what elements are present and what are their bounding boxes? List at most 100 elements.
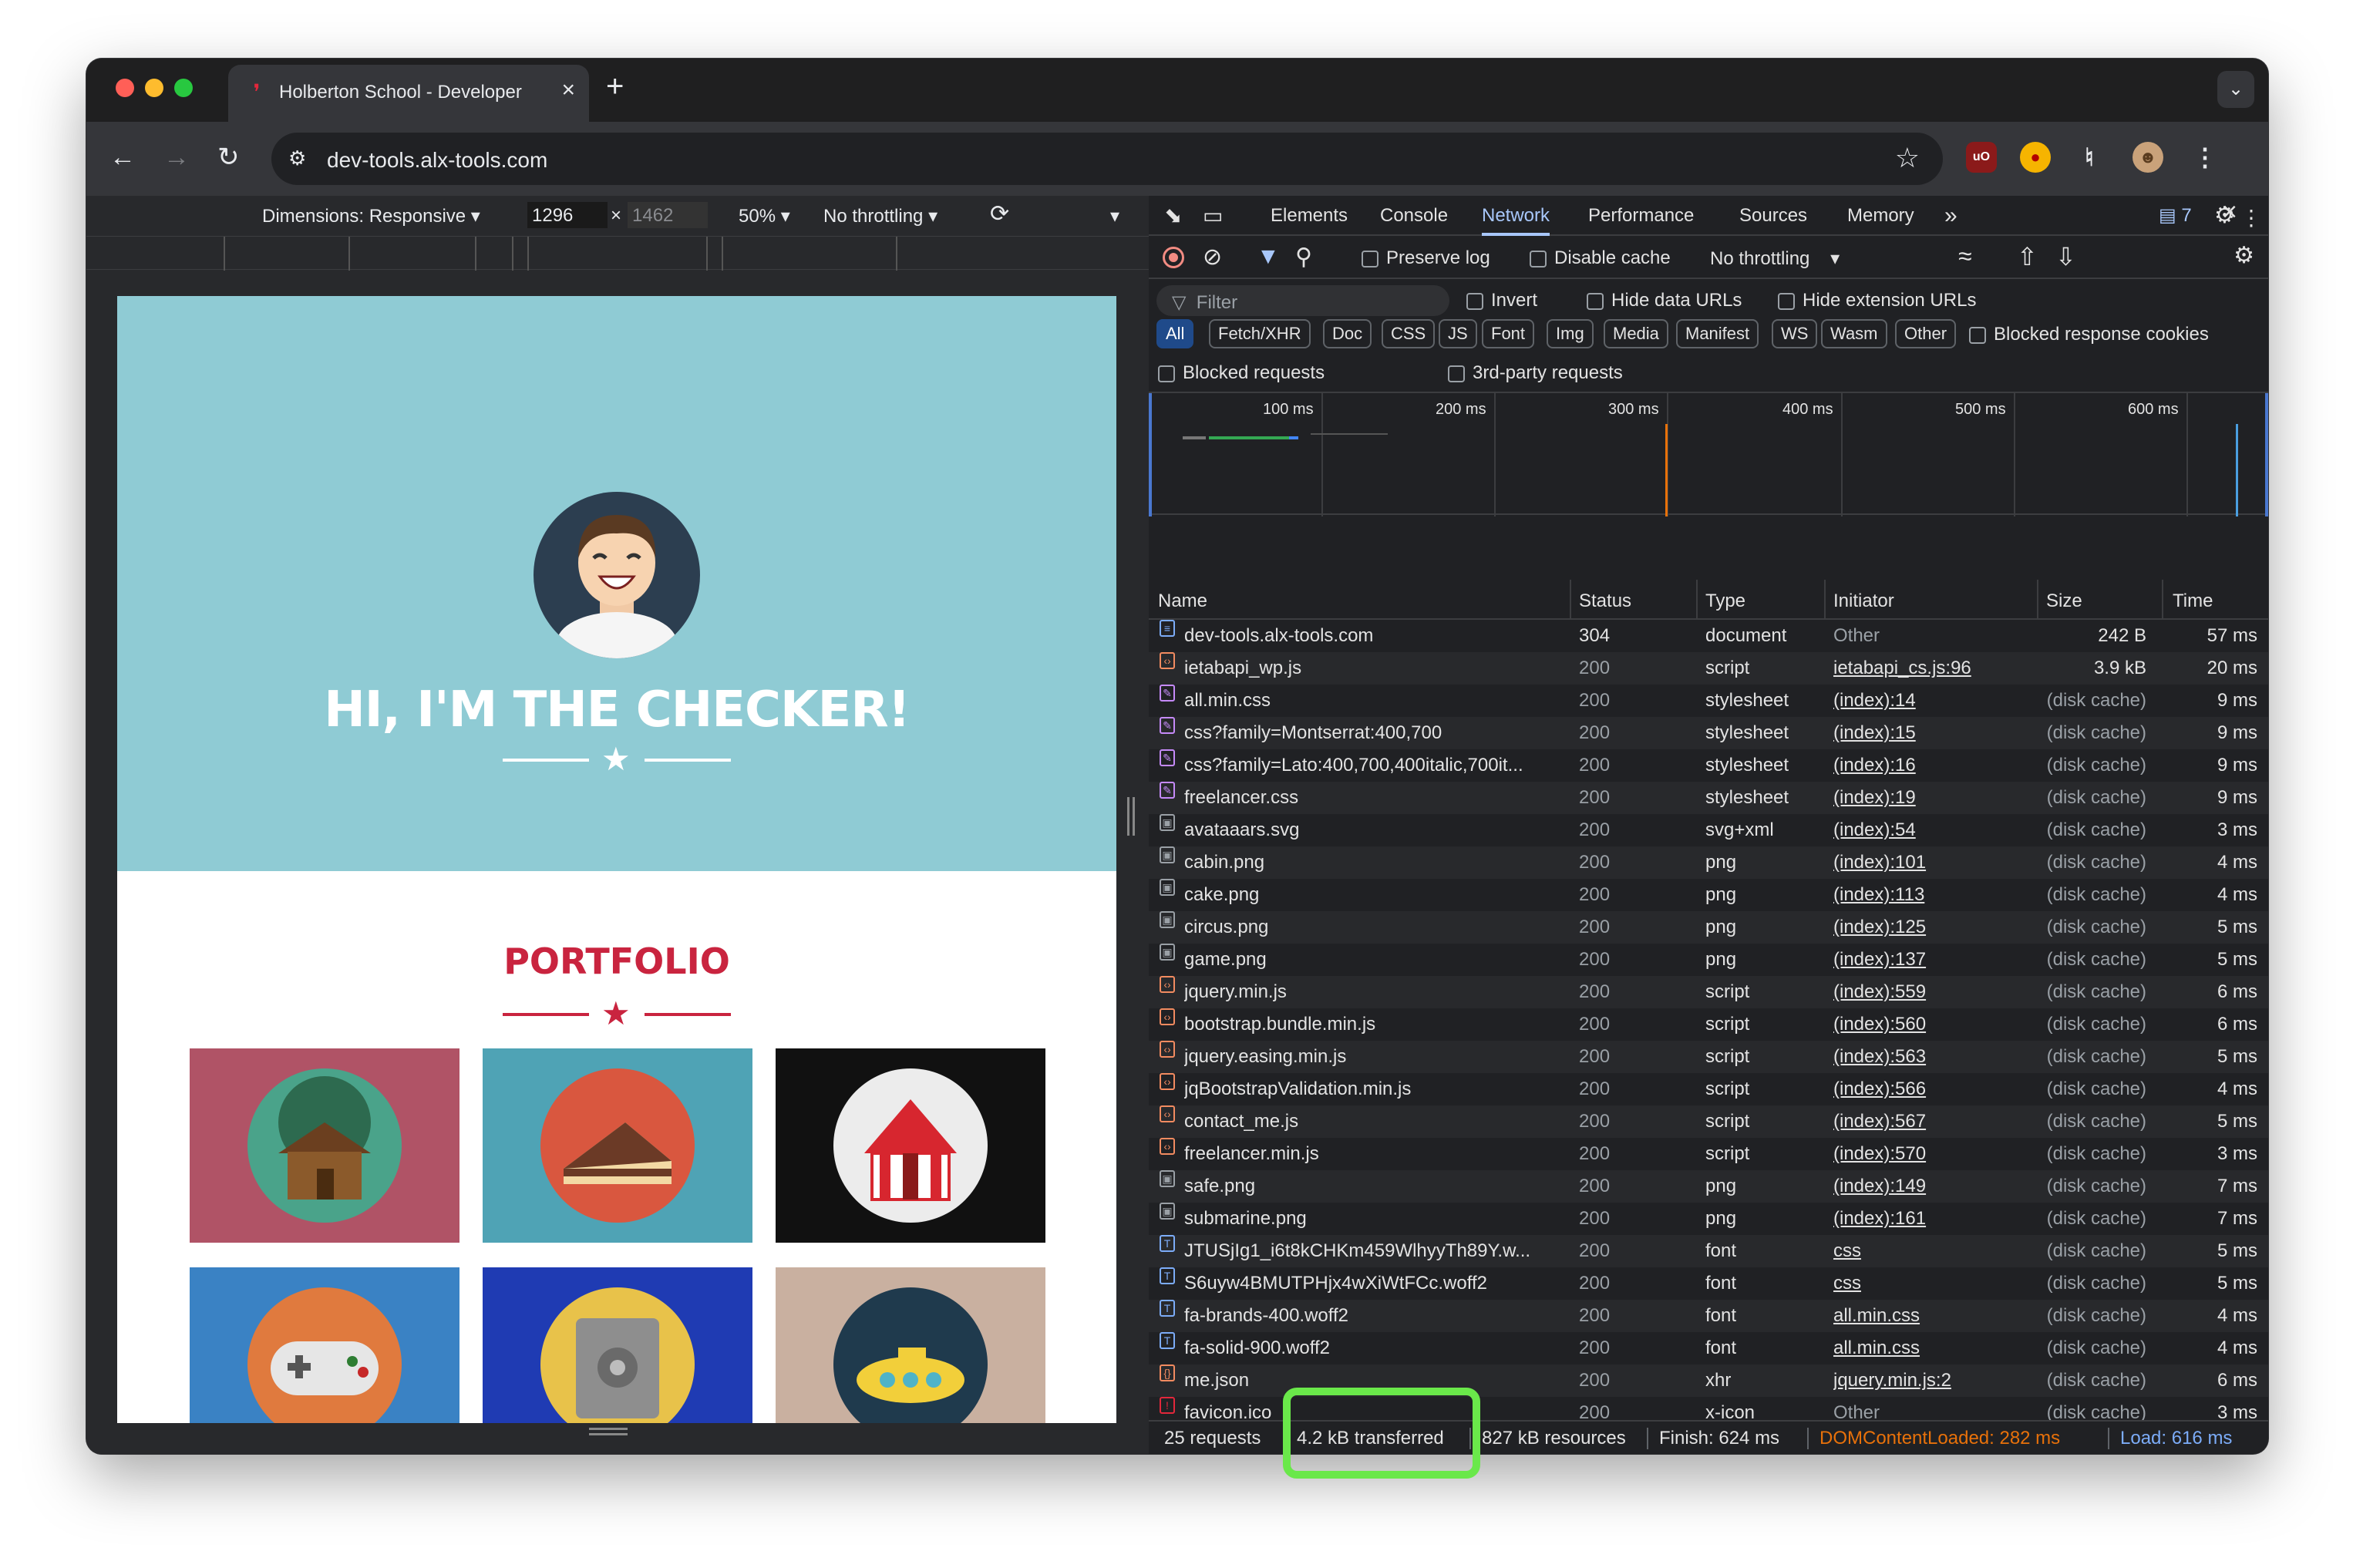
blocked-response-cookies-checkbox[interactable]: Blocked response cookies (1969, 324, 2209, 345)
rotate-icon[interactable]: ⟳ (990, 200, 1009, 227)
height-input[interactable]: 1462 (628, 202, 708, 228)
throttling-dropdown[interactable]: No throttling ▾ (823, 205, 937, 227)
table-row[interactable]: ‹› jquery.easing.min.js 200 script (index):5… (1149, 1041, 2268, 1073)
network-settings-gear-icon[interactable]: ⚙ (2233, 242, 2254, 269)
type-filter-doc[interactable]: Doc (1323, 319, 1372, 348)
request-initiator[interactable]: (index):19 (1833, 782, 2034, 814)
browser-tab[interactable]: ❜ Holberton School - Developer × (228, 65, 589, 122)
zoom-dropdown[interactable]: 50% ▾ (739, 205, 790, 227)
type-filter-font[interactable]: Font (1482, 319, 1535, 348)
width-input[interactable]: 1296 (527, 202, 608, 228)
request-initiator[interactable]: (index):559 (1833, 976, 2034, 1008)
search-icon[interactable]: ⚲ (1295, 244, 1312, 271)
table-row[interactable]: ▣ cake.png 200 png (index):113 (disk cache) 4 … (1149, 879, 2268, 911)
type-filter-all[interactable]: All (1156, 319, 1194, 348)
column-status[interactable]: Status (1579, 591, 1631, 612)
dimensions-dropdown[interactable]: Dimensions: Responsive ▾ (262, 205, 480, 227)
column-name[interactable]: Name (1158, 591, 1207, 612)
request-initiator[interactable]: all.min.css (1833, 1332, 2034, 1364)
import-har-icon[interactable]: ⇧ (2017, 242, 2038, 271)
new-tab-button[interactable]: + (606, 69, 624, 104)
tab-console[interactable]: Console (1380, 196, 1448, 236)
column-time[interactable]: Time (2173, 591, 2213, 612)
invert-checkbox[interactable]: Invert (1466, 290, 1537, 311)
type-filter-css[interactable]: CSS (1382, 319, 1436, 348)
type-filter-other[interactable]: Other (1895, 319, 1957, 348)
filter-funnel-icon[interactable]: ▼ (1257, 244, 1280, 270)
table-row[interactable]: ‹› jquery.min.js 200 script (index):559 (disk… (1149, 976, 2268, 1008)
request-initiator[interactable]: ietabapi_cs.js:96 (1833, 652, 2034, 685)
type-filter-media[interactable]: Media (1604, 319, 1668, 348)
timeline-right-handle[interactable] (2264, 393, 2268, 516)
table-row[interactable]: ‹› jqBootstrapValidation.min.js 200 script (… (1149, 1073, 2268, 1105)
request-initiator[interactable]: all.min.css (1833, 1300, 2034, 1332)
network-throttling-dropdown[interactable]: No throttling ▾ (1710, 247, 1840, 270)
ublock-extension-icon[interactable]: uO (1966, 142, 1997, 173)
request-initiator[interactable]: (index):16 (1833, 749, 2034, 782)
forward-arrow-icon[interactable]: → (163, 142, 190, 173)
profile-avatar-icon[interactable]: ☻ (2133, 142, 2163, 173)
type-filter-fetch-xhr[interactable]: Fetch/XHR (1209, 319, 1311, 348)
zoom-window-button[interactable] (174, 79, 193, 97)
table-row[interactable]: T S6uyw4BMUTPHjx4wXiWtFCc.woff2 200 font css… (1149, 1267, 2268, 1300)
request-initiator[interactable]: (index):149 (1833, 1170, 2034, 1203)
tab-close-icon[interactable]: × (561, 77, 575, 103)
network-overview-timeline[interactable]: 100 ms 200 ms 300 ms 400 ms 500 ms 600 ms (1149, 392, 2268, 516)
type-filter-img[interactable]: Img (1547, 319, 1594, 348)
devtools-menu-icon[interactable]: ⋮ (2240, 205, 2262, 230)
table-row[interactable]: ▣ circus.png 200 png (index):125 (disk cache)… (1149, 911, 2268, 944)
hide-extension-urls-checkbox[interactable]: Hide extension URLs (1778, 290, 1976, 311)
reload-icon[interactable]: ↻ (217, 142, 240, 173)
extension-badge-icon[interactable]: ● (2020, 142, 2051, 173)
portfolio-item-cabin[interactable] (190, 1048, 459, 1243)
type-filter-js[interactable]: JS (1439, 319, 1477, 348)
type-filter-ws[interactable]: WS (1772, 319, 1818, 348)
request-initiator[interactable]: (index):101 (1833, 846, 2034, 879)
third-party-requests-checkbox[interactable]: 3rd-party requests (1448, 362, 1623, 384)
portfolio-item-safe[interactable] (483, 1267, 752, 1423)
issues-badge[interactable]: ▤ 7 (2159, 196, 2192, 236)
table-row[interactable]: ✎ all.min.css 200 stylesheet (index):14 (disk… (1149, 685, 2268, 717)
column-size[interactable]: Size (2046, 591, 2082, 612)
request-initiator[interactable]: css (1833, 1235, 2034, 1267)
viewport-resize-handle[interactable] (1127, 797, 1135, 836)
table-row[interactable]: ▣ cabin.png 200 png (index):101 (disk cache) 4… (1149, 846, 2268, 879)
record-icon[interactable] (1163, 247, 1184, 268)
site-settings-icon[interactable]: ⚙ (288, 146, 306, 170)
table-row[interactable]: Tfa-brands-400.woff2 200 font all.min.css (d… (1149, 1300, 2268, 1332)
table-row[interactable]: ▣ submarine.png 200 png (index):161 (disk cac… (1149, 1203, 2268, 1235)
request-initiator[interactable]: (index):15 (1833, 717, 2034, 749)
tab-performance[interactable]: Performance (1588, 196, 1694, 236)
table-row[interactable]: ≡ dev-tools.alx-tools.com 304 document Other… (1149, 620, 2268, 652)
table-row[interactable]: Tfa-solid-900.woff2 200 font all.min.css (di… (1149, 1332, 2268, 1364)
tab-elements[interactable]: Elements (1271, 196, 1348, 236)
table-row[interactable]: ✎ css?family=Lato:400,700,400italic,700it… (1149, 749, 2268, 782)
table-row[interactable]: ‹› bootstrap.bundle.min.js 200 script (index… (1149, 1008, 2268, 1041)
table-row[interactable]: ✎ css?family=Montserrat:400,700 200 stylesh… (1149, 717, 2268, 749)
back-arrow-icon[interactable]: ← (109, 142, 136, 173)
preserve-log-checkbox[interactable]: Preserve log (1362, 247, 1490, 269)
portfolio-item-circus[interactable] (776, 1048, 1045, 1243)
browser-menu-icon[interactable]: ⋮ (2190, 142, 2220, 173)
timeline-left-handle[interactable] (1149, 393, 1153, 516)
request-initiator[interactable]: (index):560 (1833, 1008, 2034, 1041)
bottom-resize-handle[interactable] (589, 1428, 628, 1435)
tab-network[interactable]: Network (1482, 196, 1550, 236)
request-initiator[interactable]: (index):566 (1833, 1073, 2034, 1105)
request-initiator[interactable]: (index):113 (1833, 879, 2034, 911)
close-devtools-icon[interactable]: × (2222, 197, 2237, 227)
tab-memory[interactable]: Memory (1847, 196, 1914, 236)
minimize-window-button[interactable] (145, 79, 163, 97)
request-initiator[interactable]: jquery.min.js:2 (1833, 1364, 2034, 1397)
type-filter-wasm[interactable]: Wasm (1821, 319, 1887, 348)
extensions-puzzle-icon[interactable]: ♮ (2074, 142, 2105, 173)
network-conditions-wifi-icon[interactable]: ≈ (1958, 242, 1972, 271)
request-initiator[interactable]: (index):563 (1833, 1041, 2034, 1073)
request-initiator[interactable]: (index):570 (1833, 1138, 2034, 1170)
table-row[interactable]: T JTUSjIg1_i6t8kCHKm459WlhyyTh89Y.w... 200… (1149, 1235, 2268, 1267)
disable-cache-checkbox[interactable]: Disable cache (1530, 247, 1671, 269)
table-row[interactable]: ✎ freelancer.css 200 stylesheet (index):19 (d… (1149, 782, 2268, 814)
table-row[interactable]: ▣ safe.png 200 png (index):149 (disk cache) 7 … (1149, 1170, 2268, 1203)
request-initiator[interactable]: (index):137 (1833, 944, 2034, 976)
request-initiator[interactable]: (index):125 (1833, 911, 2034, 944)
